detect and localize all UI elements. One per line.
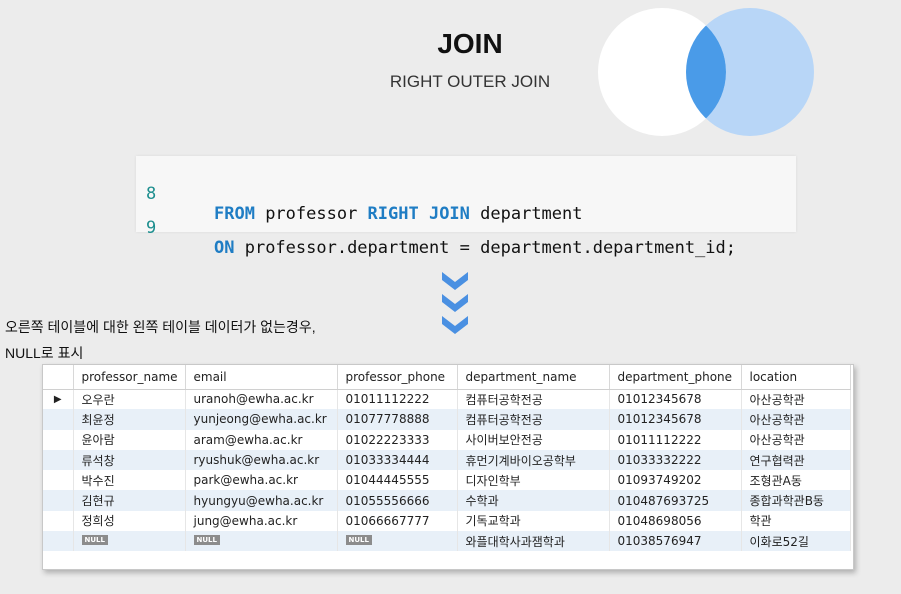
sql-keyword: FROM (214, 204, 255, 224)
table-cell[interactable]: 01012345678 (609, 409, 742, 430)
note-line: NULL로 표시 (5, 345, 84, 361)
row-selector[interactable] (43, 449, 74, 471)
table-row[interactable]: 윤아람 aram@ewha.ac.kr 01022223333 사이버보안전공 0101… (43, 429, 851, 450)
table-cell[interactable]: hyungyu@ewha.ac.kr (185, 490, 338, 511)
table-row[interactable]: NULL NULL NULL 와플대학사과잼학과 01038576947 이화로52길 (43, 531, 851, 552)
header-row: professor_name email professor_phone dep… (43, 365, 851, 390)
table-cell[interactable]: NULL (185, 531, 338, 552)
table-cell[interactable]: 학관 (741, 510, 851, 532)
table-cell[interactable]: 아산공학관 (741, 409, 851, 430)
table-cell[interactable]: 01011112222 (609, 429, 742, 450)
sql-text: professor (254, 204, 368, 224)
table-cell[interactable]: aram@ewha.ac.kr (185, 429, 338, 450)
table-cell[interactable]: 종합과학관B동 (741, 490, 851, 511)
row-selector-header (43, 365, 74, 390)
page-title: JOIN (437, 28, 503, 59)
table-cell[interactable]: 컴퓨터공학전공 (457, 389, 610, 410)
table-cell[interactable]: 01038576947 (609, 531, 742, 552)
sql-text: department (469, 204, 583, 224)
column-header[interactable]: professor_name (73, 365, 186, 390)
row-selector[interactable] (43, 409, 74, 430)
table-row[interactable]: 김현규 hyungyu@ewha.ac.kr 01055556666 수학과 01048… (43, 490, 851, 511)
table-cell[interactable]: uranoh@ewha.ac.kr (185, 389, 338, 410)
chevron-down-icon (442, 272, 468, 334)
code-line: 8 FROM professor RIGHT JOIN department (136, 164, 583, 224)
table-cell[interactable]: 01093749202 (609, 470, 742, 491)
table-cell[interactable]: 조형관A동 (741, 470, 851, 491)
table-cell[interactable]: 류석창 (73, 449, 186, 471)
sql-code-block: 8 FROM professor RIGHT JOIN department 9… (136, 156, 796, 258)
sql-keyword: RIGHT JOIN (367, 204, 470, 224)
code-text: FROM professor RIGHT JOIN department (214, 204, 583, 224)
column-header[interactable]: department_phone (609, 365, 742, 390)
null-badge: NULL (345, 535, 372, 546)
sql-text: professor.department = department.depart… (234, 238, 736, 258)
table-cell[interactable]: 아산공학관 (741, 429, 851, 450)
table-cell[interactable]: 01066667777 (337, 510, 458, 532)
table-cell[interactable]: 윤아람 (73, 429, 186, 450)
table-cell[interactable]: 와플대학사과잼학과 (457, 531, 610, 552)
table-row[interactable]: ▶ 오우란 uranoh@ewha.ac.kr 01011112222 컴퓨터공학전공 0… (43, 389, 851, 410)
table-cell[interactable]: yunjeong@ewha.ac.kr (185, 409, 338, 430)
result-table: professor_name email professor_phone dep… (43, 365, 851, 552)
table-cell[interactable]: 디자인학부 (457, 470, 610, 491)
table-cell[interactable]: ryushuk@ewha.ac.kr (185, 449, 338, 471)
code-line: 9 ON professor.department = department.d… (136, 198, 736, 258)
table-cell[interactable]: 최윤정 (73, 409, 186, 430)
column-header[interactable]: location (741, 365, 851, 390)
table-cell[interactable]: 01055556666 (337, 490, 458, 511)
table-row[interactable]: 정희성 jung@ewha.ac.kr 01066667777 기독교학과 010486… (43, 510, 851, 532)
table-cell[interactable]: 01077778888 (337, 409, 458, 430)
page-subtitle: RIGHT OUTER JOIN (389, 72, 551, 91)
table-cell[interactable]: 오우란 (73, 389, 186, 410)
note-line: 오른쪽 테이블에 대한 왼쪽 테이블 데이터가 없는경우, (5, 319, 316, 335)
column-header[interactable]: department_name (457, 365, 610, 390)
table-cell[interactable]: 사이버보안전공 (457, 429, 610, 450)
table-cell[interactable]: 연구협력관 (741, 449, 851, 471)
table-cell[interactable]: park@ewha.ac.kr (185, 470, 338, 491)
table-cell[interactable]: 01033332222 (609, 449, 742, 471)
table-cell[interactable]: 01012345678 (609, 389, 742, 410)
table-cell[interactable]: 정희성 (73, 510, 186, 532)
venn-diagram (598, 8, 814, 136)
table-cell[interactable]: 컴퓨터공학전공 (457, 409, 610, 430)
table-cell[interactable]: 김현규 (73, 490, 186, 511)
column-header[interactable]: professor_phone (337, 365, 458, 390)
table-cell[interactable]: NULL (73, 531, 186, 552)
row-selector[interactable] (43, 531, 74, 552)
row-selector[interactable] (43, 510, 74, 532)
sql-keyword: ON (214, 238, 235, 258)
row-selector[interactable]: ▶ (43, 389, 74, 410)
table-cell[interactable]: NULL (337, 531, 458, 552)
row-selector[interactable] (43, 470, 74, 491)
table-cell[interactable]: 01022223333 (337, 429, 458, 450)
table-row[interactable]: 류석창 ryushuk@ewha.ac.kr 01033334444 휴먼기계바이오공… (43, 449, 851, 471)
table-cell[interactable]: 휴먼기계바이오공학부 (457, 449, 610, 471)
table-row[interactable]: 최윤정 yunjeong@ewha.ac.kr 01077778888 컴퓨터공학전공… (43, 409, 851, 430)
code-text: ON professor.department = department.dep… (214, 238, 736, 258)
result-grid[interactable]: professor_name email professor_phone dep… (42, 364, 854, 570)
table-cell[interactable]: 이화로52길 (741, 531, 851, 552)
table-cell[interactable]: 010487693725 (609, 490, 742, 511)
column-header[interactable]: email (185, 365, 338, 390)
table-cell[interactable]: 기독교학과 (457, 510, 610, 532)
table-cell[interactable]: 박수진 (73, 470, 186, 491)
table-cell[interactable]: 01048698056 (609, 510, 742, 532)
row-selector[interactable] (43, 490, 74, 511)
explanation-note: 오른쪽 테이블에 대한 왼쪽 테이블 데이터가 없는경우, NULL로 표시 (5, 314, 316, 366)
table-cell[interactable]: 01044445555 (337, 470, 458, 491)
table-cell[interactable]: jung@ewha.ac.kr (185, 510, 338, 532)
table-cell[interactable]: 01011112222 (337, 389, 458, 410)
table-cell[interactable]: 수학과 (457, 490, 610, 511)
table-row[interactable]: 박수진 park@ewha.ac.kr 01044445555 디자인학부 010937… (43, 470, 851, 491)
table-cell[interactable]: 아산공학관 (741, 389, 851, 410)
null-badge: NULL (81, 535, 108, 546)
line-number: 9 (146, 218, 157, 238)
table-cell[interactable]: 01033334444 (337, 449, 458, 471)
null-badge: NULL (193, 535, 220, 546)
row-selector[interactable] (43, 429, 74, 450)
